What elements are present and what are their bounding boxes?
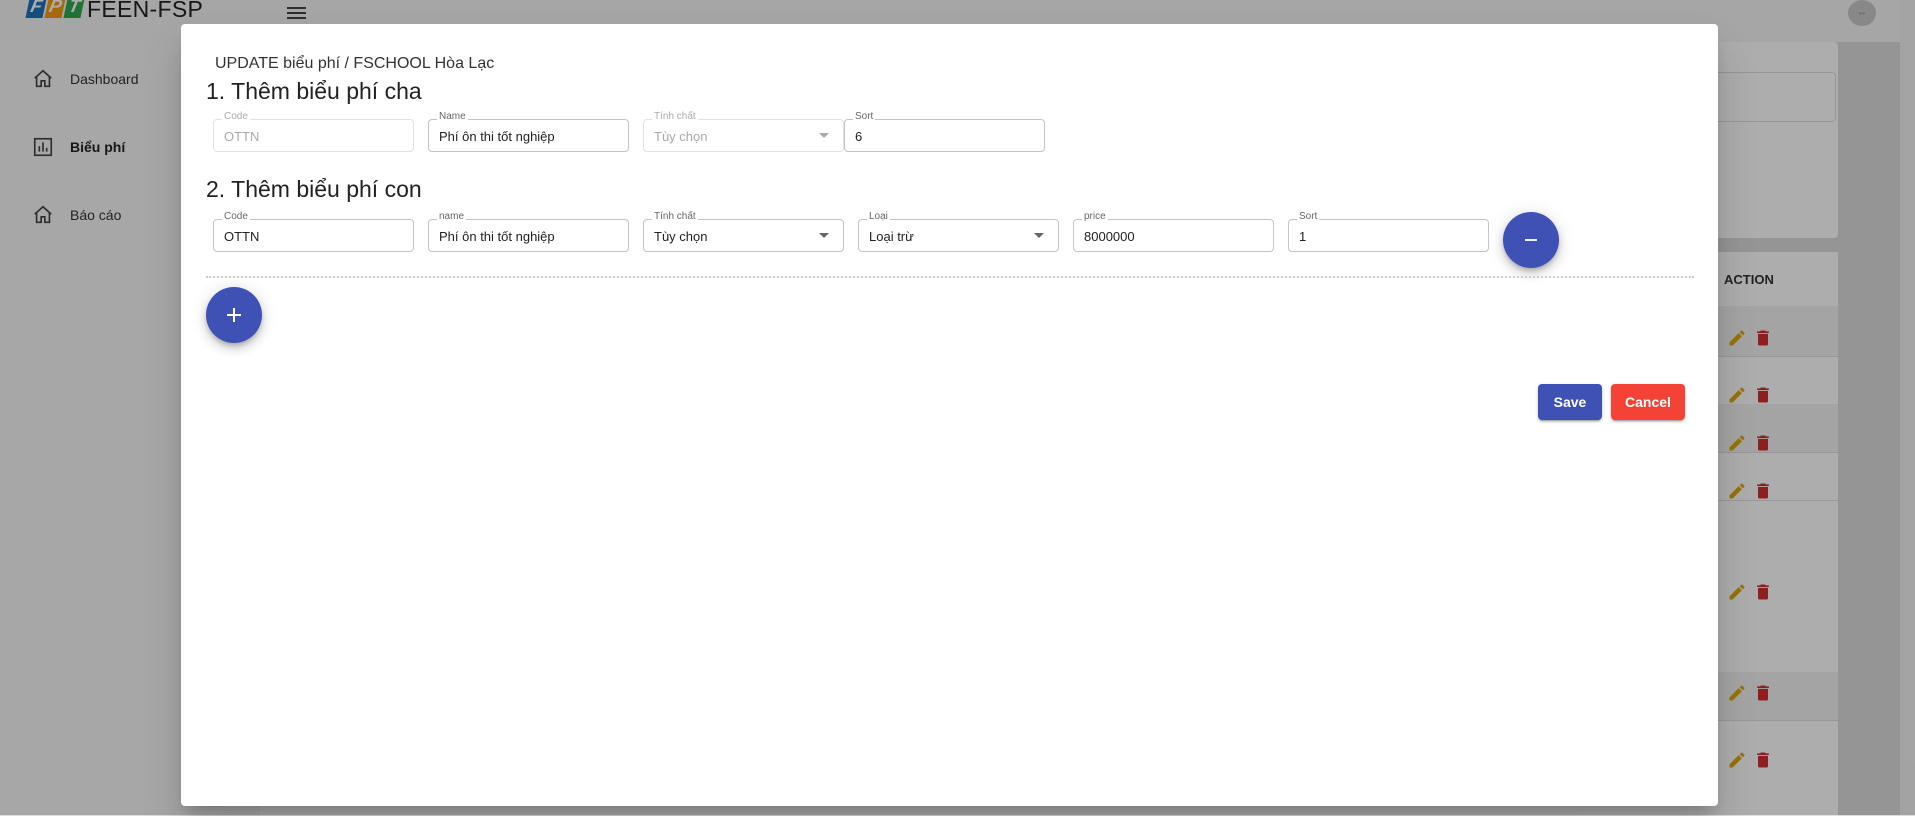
field-value: Tùy chọn (654, 129, 708, 144)
field-value: Phí ôn thi tốt nghiệp (439, 229, 555, 244)
field-value: Loại trừ (869, 229, 914, 244)
add-row-button[interactable] (206, 287, 262, 343)
child-code-field[interactable]: Code OTTN (213, 210, 414, 252)
parent-code-field: Code OTTN (213, 110, 414, 152)
field-label: Code (222, 210, 250, 224)
field-label: Loại (867, 210, 890, 224)
field-value: OTTN (224, 129, 260, 144)
parent-name-field[interactable]: Name Phí ôn thi tốt nghiệp (428, 110, 629, 152)
update-fee-dialog: UPDATE biểu phí / FSCHOOL Hòa Lạc 1. Thê… (181, 24, 1718, 806)
child-price-field[interactable]: price 8000000 (1073, 210, 1274, 252)
field-value: 8000000 (1084, 229, 1135, 244)
field-value: 1 (1299, 229, 1307, 244)
parent-sort-field[interactable]: Sort 6 (844, 110, 1045, 152)
chevron-down-icon (819, 233, 829, 238)
chevron-down-icon (1034, 233, 1044, 238)
field-label: Name (437, 110, 468, 124)
save-button[interactable]: Save (1538, 384, 1602, 420)
breadcrumb: UPDATE biểu phí / FSCHOOL Hòa Lạc (215, 55, 495, 72)
child-loai-select[interactable]: Loại Loại trừ (858, 210, 1059, 252)
field-label: Sort (1297, 210, 1320, 224)
field-label: Code (222, 110, 250, 124)
child-name-field[interactable]: name Phí ôn thi tốt nghiệp (428, 210, 629, 252)
field-label: Tính chất (652, 110, 698, 124)
divider (206, 276, 1694, 278)
field-value: 6 (855, 129, 863, 144)
field-label: name (437, 210, 467, 224)
field-value: Tùy chọn (654, 229, 708, 244)
field-label: Tính chất (652, 210, 698, 224)
cancel-button[interactable]: Cancel (1611, 384, 1685, 420)
chevron-down-icon (819, 133, 829, 138)
parent-tinh-chat-select: Tính chất Tùy chọn (643, 110, 844, 152)
field-label: price (1082, 210, 1108, 224)
minus-icon (1525, 239, 1537, 241)
child-tinh-chat-select[interactable]: Tính chất Tùy chọn (643, 210, 844, 252)
field-value: OTTN (224, 229, 260, 244)
child-sort-field[interactable]: Sort 1 (1288, 210, 1489, 252)
field-value: Phí ôn thi tốt nghiệp (439, 129, 555, 144)
field-label: Sort (853, 110, 876, 124)
plus-icon (227, 308, 241, 322)
section-title-parent: 1. Thêm biểu phí cha (206, 78, 422, 104)
section-title-child: 2. Thêm biểu phí con (206, 176, 422, 202)
remove-row-button[interactable] (1503, 212, 1559, 268)
